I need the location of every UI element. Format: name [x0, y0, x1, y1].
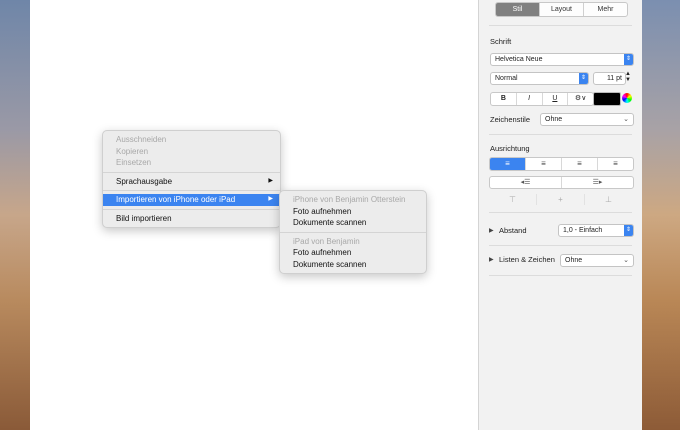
menu-item-label: Importieren von iPhone oder iPad — [116, 195, 236, 204]
format-inspector: Stil Layout Mehr Schrift Helvetica Neue … — [478, 0, 642, 430]
popup-arrows-icon: ⇕ — [624, 54, 633, 65]
char-styles-value: Ohne — [545, 116, 563, 123]
font-family-popup[interactable]: Helvetica Neue ⇕ — [490, 53, 634, 66]
font-section-title: Schrift — [490, 37, 512, 46]
menu-item-copy: Kopieren — [116, 146, 149, 156]
menu-separator — [103, 208, 280, 210]
submenu-arrow-icon: ▶ — [268, 196, 273, 202]
menu-separator — [103, 190, 280, 191]
spacing-label: Abstand — [499, 226, 527, 235]
menu-item-speech[interactable]: Sprachausgabe ▶ — [103, 176, 280, 188]
divider — [489, 245, 632, 246]
popup-arrows-icon: ⇕ — [579, 73, 588, 84]
menu-item-scan-documents-ipad[interactable]: Dokumente scannen — [280, 259, 426, 271]
lists-label: Listen & Zeichen — [499, 255, 555, 264]
menu-separator — [103, 171, 280, 173]
font-size-field[interactable]: 11 pt — [593, 72, 626, 85]
color-wheel-icon[interactable] — [622, 93, 632, 103]
spacing-value: 1,0 - Einfach — [563, 227, 603, 234]
tab-stil[interactable]: Stil — [496, 3, 539, 16]
divider — [489, 25, 632, 26]
desktop-wallpaper-left — [0, 0, 30, 430]
inspector-tabs: Stil Layout Mehr — [495, 2, 628, 17]
menu-item-import-image[interactable]: Bild importieren — [103, 213, 280, 225]
menu-item-import-from-iphone[interactable]: Importieren von iPhone oder iPad ▶ — [103, 194, 280, 206]
lists-value: Ohne — [565, 257, 583, 264]
align-top-button[interactable]: ⊤ — [489, 194, 536, 205]
spacing-popup[interactable]: 1,0 - Einfach ⇕ — [558, 224, 634, 237]
font-style-popup[interactable]: Normal ⇕ — [490, 72, 589, 85]
bold-button[interactable]: B — [491, 93, 516, 105]
align-left-button[interactable]: ≡ — [490, 158, 525, 170]
device-header-ipad: iPad von Benjamin — [293, 236, 360, 246]
underline-button[interactable]: U — [541, 93, 568, 105]
italic-button[interactable]: I — [515, 93, 542, 105]
font-size-stepper-icon[interactable]: ▲ ▼ — [625, 71, 631, 83]
menu-item-take-photo-ipad[interactable]: Foto aufnehmen — [280, 247, 426, 259]
text-format-buttons: B I U ⚙∨ — [490, 92, 594, 106]
disclosure-triangle-icon[interactable]: ▶ — [489, 256, 494, 263]
text-color-well[interactable] — [593, 92, 621, 106]
tab-layout[interactable]: Layout — [539, 3, 583, 16]
vertical-alignment-buttons: ⊤ + ⊥ — [489, 194, 632, 205]
alignment-section-title: Ausrichtung — [490, 144, 530, 153]
font-style-value: Normal — [495, 75, 518, 82]
align-right-button[interactable]: ≡ — [561, 158, 597, 170]
char-styles-label: Zeichenstile — [490, 115, 531, 124]
desktop-wallpaper-right — [641, 0, 680, 430]
menu-item-scan-documents-iphone[interactable]: Dokumente scannen — [280, 217, 426, 229]
submenu-arrow-icon: ▶ — [268, 177, 273, 184]
char-styles-popup[interactable]: Ohne ⌄ — [540, 113, 634, 126]
menu-item-cut: Ausschneiden — [116, 135, 167, 144]
divider — [489, 275, 632, 276]
menu-separator — [280, 231, 426, 233]
continuity-camera-submenu: iPhone von Benjamin Otterstein Foto aufn… — [279, 190, 427, 274]
lists-popup[interactable]: Ohne ⌄ — [560, 254, 634, 267]
menu-item-take-photo-iphone[interactable]: Foto aufnehmen — [280, 206, 426, 218]
disclosure-triangle-icon[interactable]: ▶ — [489, 227, 494, 234]
align-bottom-button[interactable]: ⊥ — [584, 194, 632, 205]
chevron-down-icon: ⌄ — [623, 257, 629, 264]
context-menu: Ausschneiden Kopieren Einsetzen Sprachau… — [102, 130, 281, 228]
divider — [489, 212, 632, 213]
align-center-button[interactable]: ≡ — [525, 158, 561, 170]
align-justify-button[interactable]: ≡ — [597, 158, 633, 170]
tab-mehr[interactable]: Mehr — [583, 3, 627, 16]
indent-buttons: ◂☰ ☰▸ — [489, 176, 634, 189]
font-family-value: Helvetica Neue — [495, 56, 543, 63]
menu-item-label: Sprachausgabe — [116, 176, 173, 186]
decrease-indent-button[interactable]: ◂☰ — [490, 177, 561, 188]
menu-item-paste: Einsetzen — [116, 158, 152, 167]
more-format-button[interactable]: ⚙∨ — [567, 93, 593, 105]
align-middle-button[interactable]: + — [536, 194, 584, 205]
device-header-iphone: iPhone von Benjamin Otterstein — [293, 195, 406, 204]
divider — [489, 134, 632, 135]
increase-indent-button[interactable]: ☰▸ — [561, 177, 633, 188]
chevron-down-icon: ⌄ — [623, 116, 629, 123]
font-size-value: 11 pt — [606, 75, 622, 82]
alignment-buttons: ≡ ≡ ≡ ≡ — [489, 157, 634, 171]
popup-arrows-icon: ⇕ — [624, 225, 633, 236]
